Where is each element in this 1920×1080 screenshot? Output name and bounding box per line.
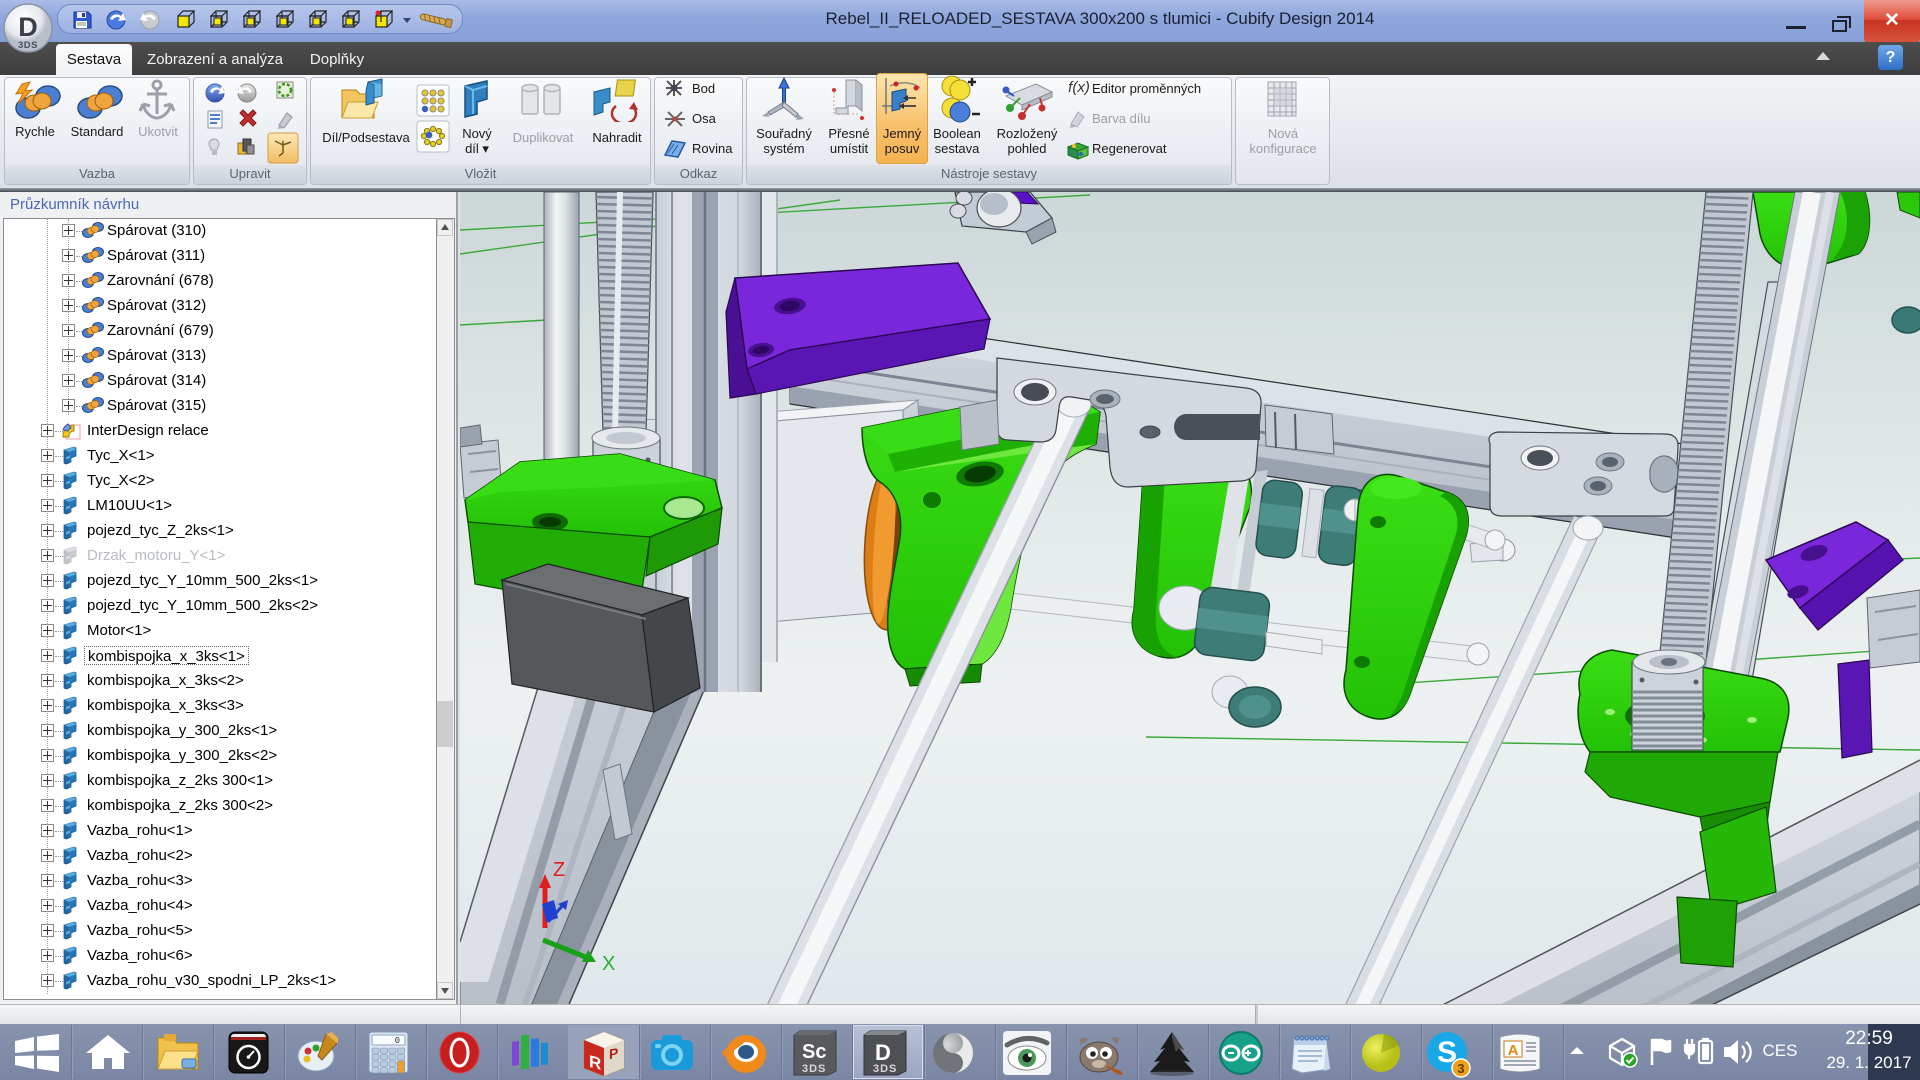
svg-text:3: 3 (1457, 1061, 1464, 1076)
svg-text:3DS: 3DS (802, 1063, 826, 1075)
svg-text:D: D (875, 1040, 891, 1065)
svg-text:3DS: 3DS (873, 1063, 897, 1075)
svg-text:3DS: 3DS (18, 40, 38, 51)
svg-text:A: A (1508, 1042, 1519, 1059)
svg-text:X: X (602, 953, 615, 975)
svg-text:0: 0 (395, 1036, 400, 1046)
svg-text:Z: Z (553, 859, 565, 881)
svg-text:D: D (18, 12, 38, 42)
svg-text:P: P (609, 1045, 618, 1063)
svg-text:Sc: Sc (802, 1041, 826, 1063)
svg-text:R: R (589, 1051, 602, 1074)
